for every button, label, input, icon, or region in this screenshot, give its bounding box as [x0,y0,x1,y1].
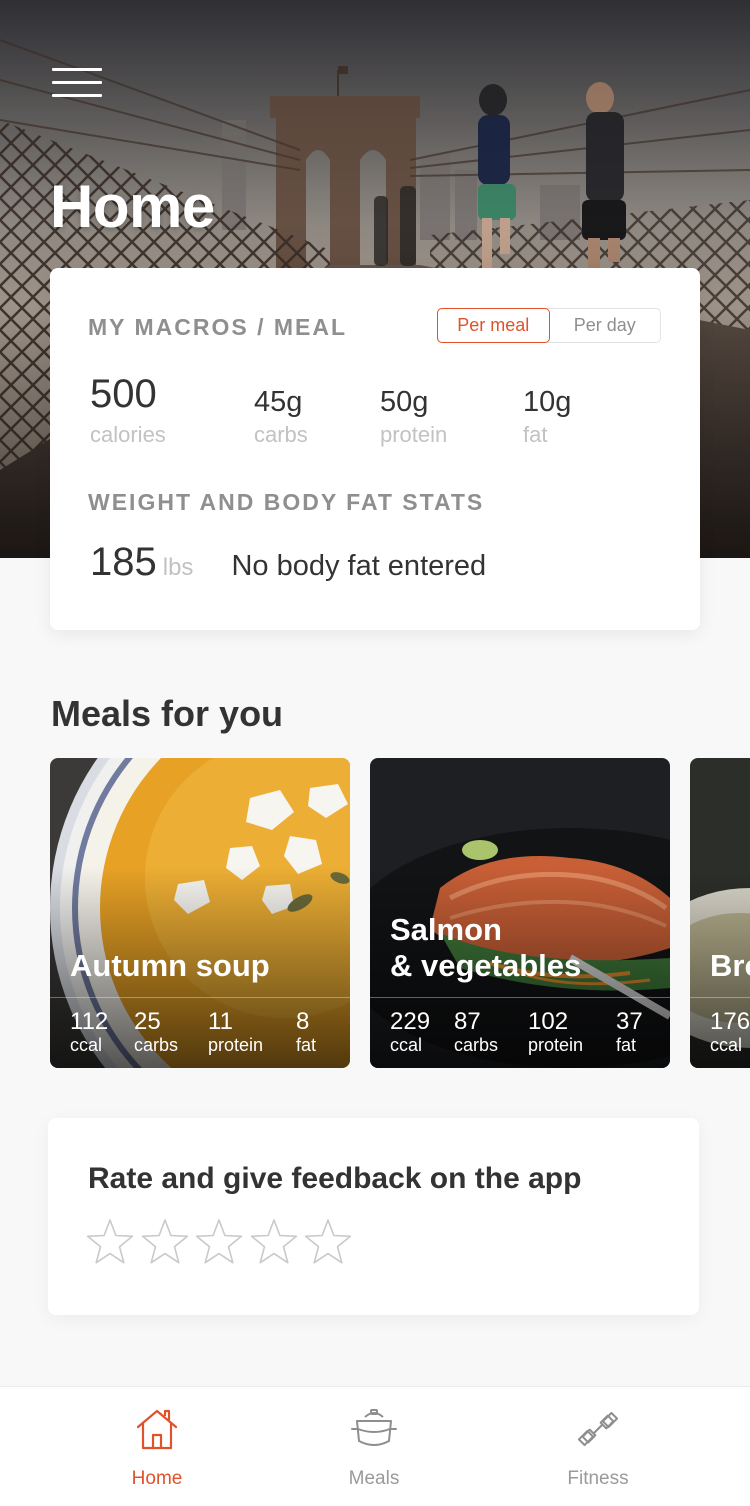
stat-value: 37 [616,1008,643,1035]
macro-protein: 50g protein [380,372,447,448]
meal-stats: 229 ccal 87 carbs 102 protein 37 fat [390,1010,662,1060]
macros-period-toggle: Per meal Per day [437,308,661,343]
divider [690,997,750,998]
meals-carousel[interactable]: Autumn soup 112 ccal 25 carbs 11 protein… [50,758,750,1068]
nav-label-meals: Meals [348,1468,400,1489]
meal-stats: 176 ccal [710,1010,750,1060]
house-icon [136,1409,178,1450]
weight-stats-row[interactable]: 185 lbs No body fat entered [90,540,486,585]
stat-value: 87 [454,1008,481,1035]
meal-name: Bro [710,948,750,983]
carbs-value: 45g [254,386,303,418]
meal-stat-fat: 37 fat [616,1010,643,1056]
nav-label-home: Home [131,1468,183,1489]
stat-value: 8 [296,1008,310,1035]
page-title: Home [50,173,215,240]
meal-stat-protein: 11 protein [208,1010,263,1056]
meal-stat-fat: 8 fat [296,1010,316,1056]
star-icon-4[interactable] [250,1218,298,1266]
star-rating [86,1218,359,1266]
calories-unit: calories [90,422,166,447]
nav-tab-home[interactable]: Home [82,1387,232,1506]
stat-label: carbs [134,1035,179,1055]
protein-unit: protein [380,422,448,447]
stat-label: carbs [454,1035,499,1055]
stat-label: ccal [70,1035,103,1055]
toggle-per-day[interactable]: Per day [550,309,661,342]
weight-unit: lbs [162,554,194,581]
bottom-navigation: Home Meals Fitness [0,1386,750,1506]
fat-unit: fat [523,422,548,447]
fat-value: 10g [523,386,572,418]
carbs-unit: carbs [254,422,308,447]
body-fat-status: No body fat entered [231,550,487,582]
meals-section-title: Meals for you [51,693,284,734]
meal-card-salmon-vegetables[interactable]: Salmon & vegetables 229 ccal 87 carbs 10… [370,758,670,1068]
nav-label-fitness: Fitness [567,1468,629,1489]
macro-fat: 10g fat [523,372,571,448]
nav-tab-fitness[interactable]: Fitness [523,1387,673,1506]
divider [370,997,670,998]
meal-card-partial[interactable]: Bro 176 ccal [690,758,750,1068]
stat-label: protein [528,1035,584,1055]
weight-value: 185 [90,540,157,584]
meal-name: Autumn soup [70,948,270,983]
macro-carbs: 45g carbs [254,372,308,448]
star-icon-5[interactable] [304,1218,352,1266]
star-icon-1[interactable] [86,1218,134,1266]
stat-value: 229 [390,1008,431,1035]
dumbbell-icon [577,1411,619,1447]
weight-section-label: WEIGHT AND BODY FAT STATS [88,489,485,515]
stat-value: 11 [208,1008,233,1035]
stat-value: 112 [70,1008,109,1035]
stat-label: ccal [710,1035,743,1055]
star-icon-3[interactable] [195,1218,243,1266]
star-icon-2[interactable] [141,1218,189,1266]
hamburger-menu-icon[interactable] [52,68,102,98]
stat-value: 25 [134,1008,161,1035]
calories-value: 500 [90,372,157,416]
stat-value: 102 [528,1008,569,1035]
meal-stat-ccal: 176 ccal [710,1010,750,1056]
meal-stat-protein: 102 protein [528,1010,583,1056]
stat-label: fat [296,1035,317,1055]
stat-value: 176 [710,1008,750,1035]
rate-feedback-card: Rate and give feedback on the app [48,1118,699,1315]
stat-label: protein [208,1035,264,1055]
rate-title: Rate and give feedback on the app [88,1162,582,1195]
stat-label: fat [616,1035,637,1055]
meal-stat-ccal: 112 ccal [70,1010,108,1056]
meal-name: Salmon & vegetables [390,912,582,983]
toggle-per-meal[interactable]: Per meal [437,308,550,343]
meal-stat-ccal: 229 ccal [390,1010,430,1056]
nav-tab-meals[interactable]: Meals [299,1387,449,1506]
divider [50,997,350,998]
meal-stat-carbs: 87 carbs [454,1010,498,1056]
macro-calories: 500 calories [90,372,166,448]
meal-stats: 112 ccal 25 carbs 11 protein 8 fat [70,1010,342,1060]
meal-stat-carbs: 25 carbs [134,1010,178,1056]
meal-card-autumn-soup[interactable]: Autumn soup 112 ccal 25 carbs 11 protein… [50,758,350,1068]
macros-card: MY MACROS / MEAL Per meal Per day 500 ca… [50,268,700,630]
macros-section-label: MY MACROS / MEAL [88,314,348,340]
stat-label: ccal [390,1035,423,1055]
protein-value: 50g [380,386,429,418]
food-bowl-icon [351,1409,397,1446]
